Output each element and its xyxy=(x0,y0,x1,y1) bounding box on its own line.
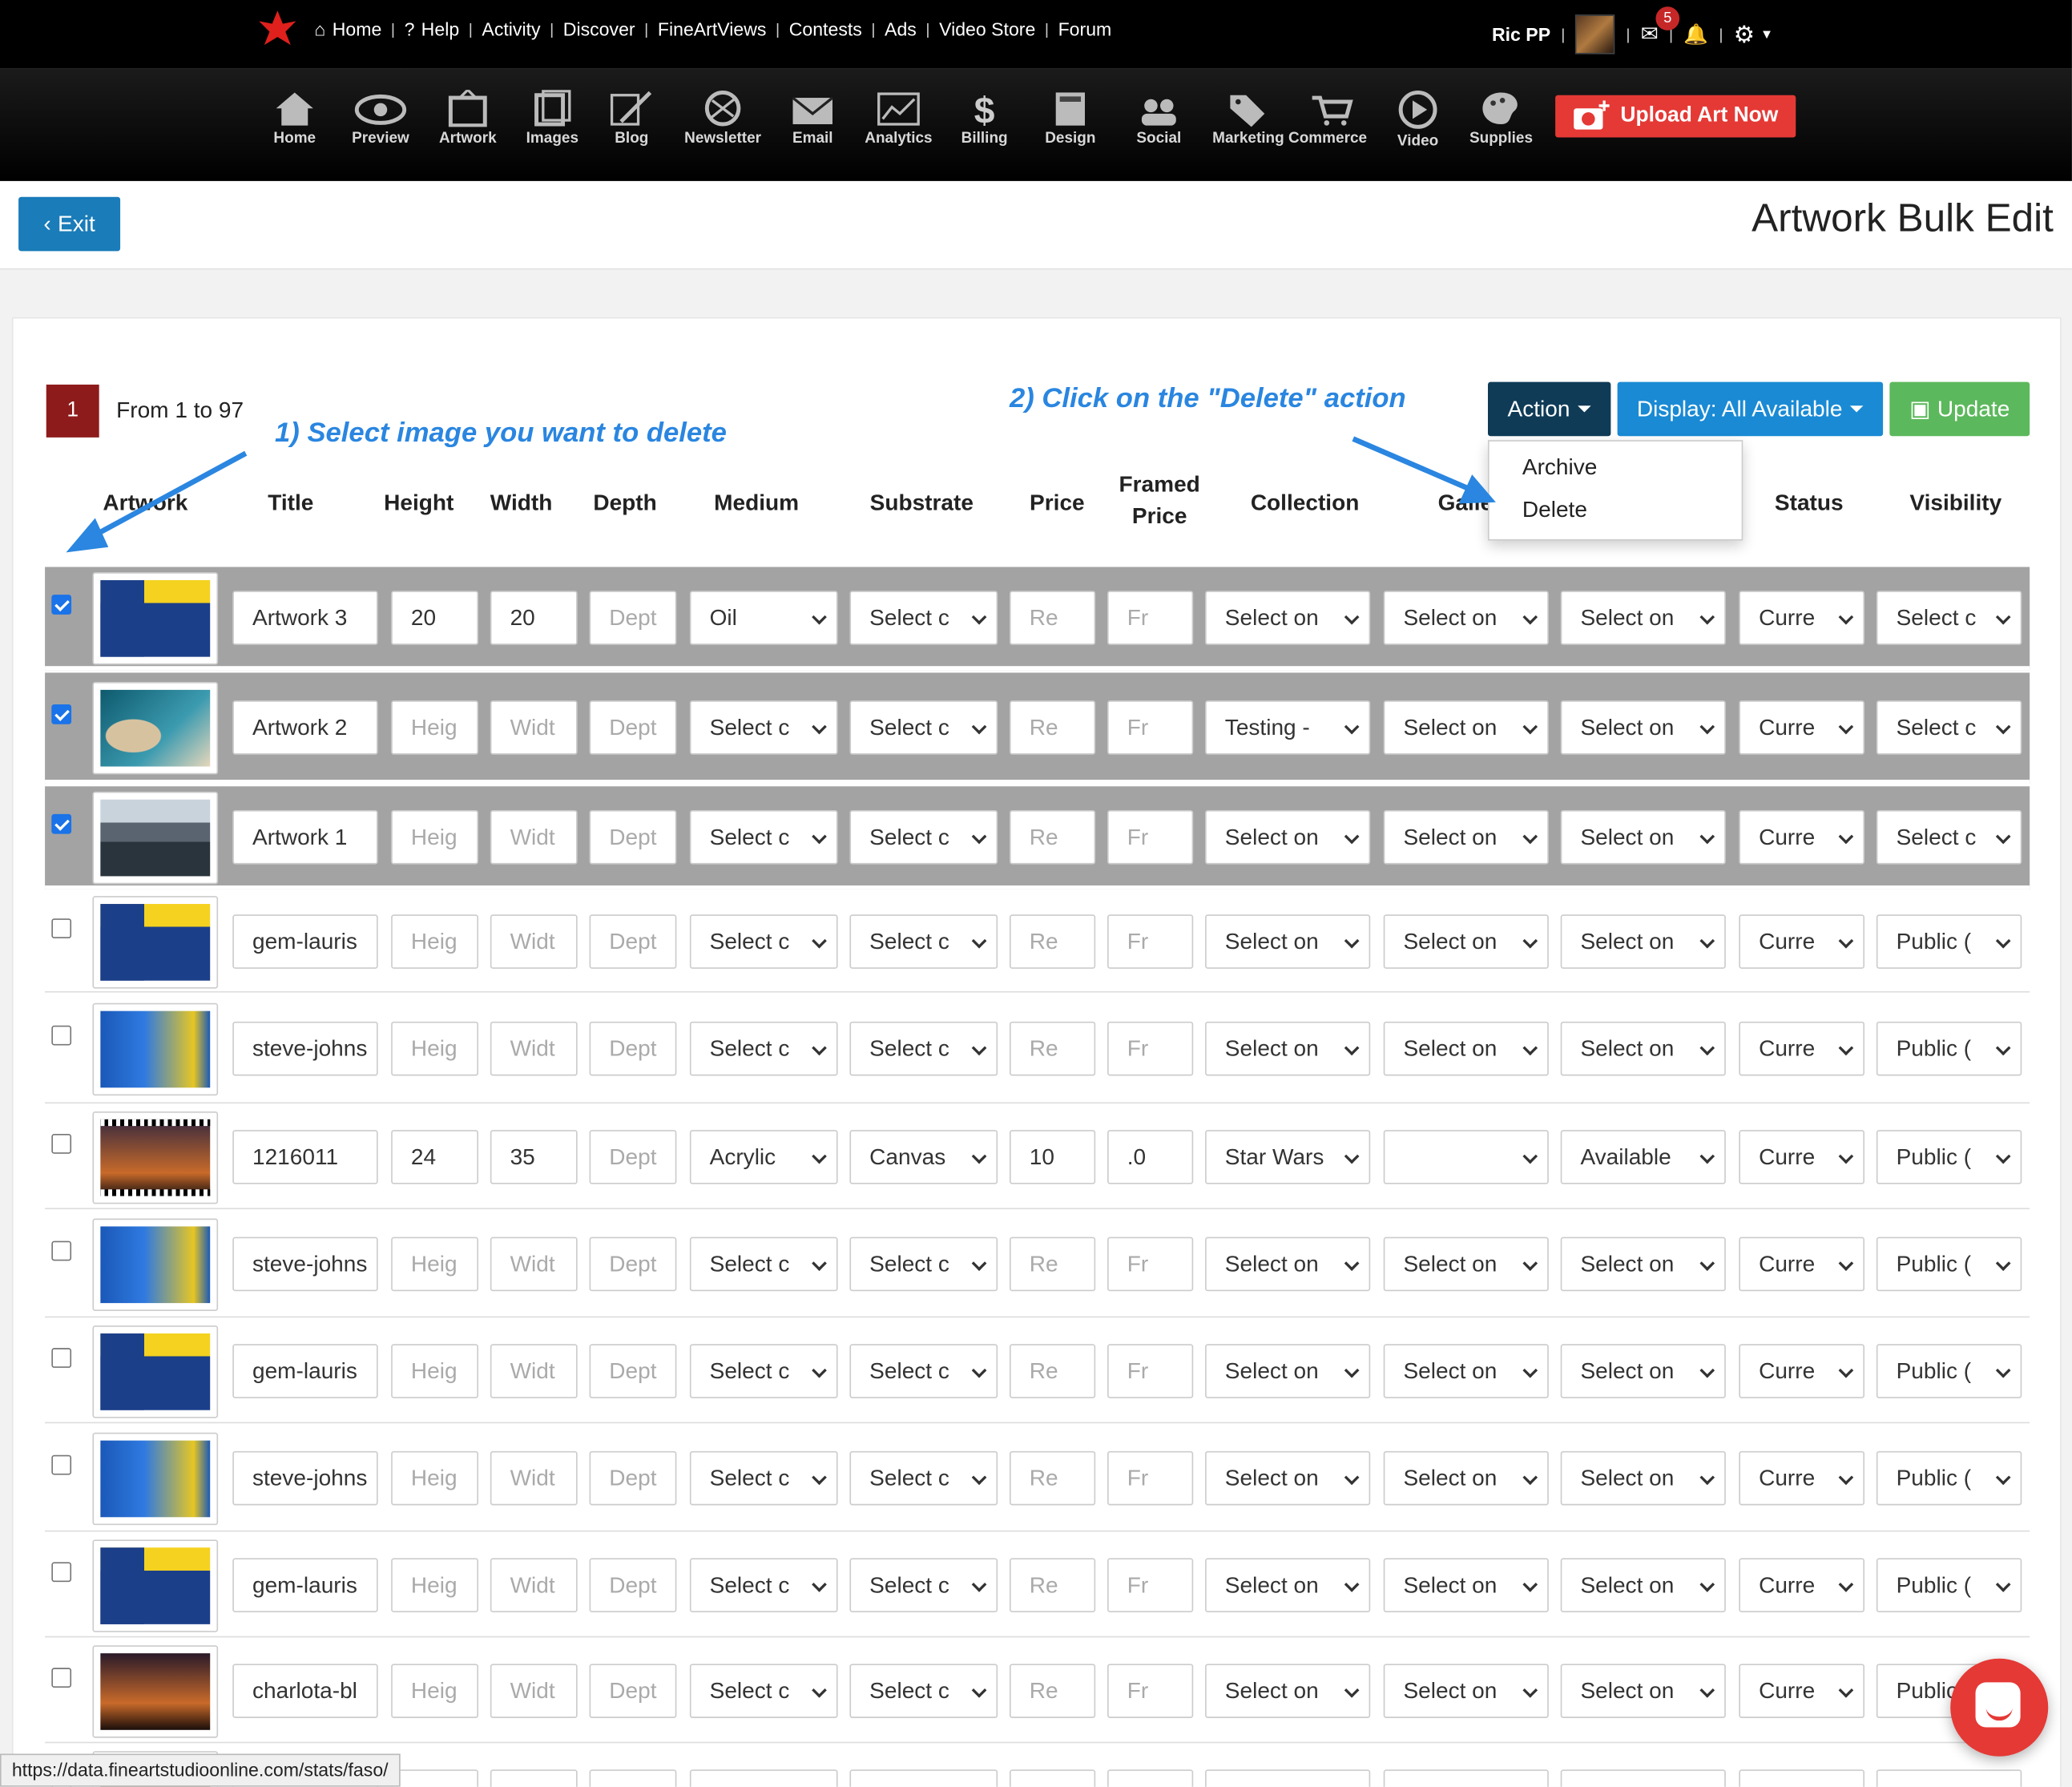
arrow-icon xyxy=(66,450,248,553)
annotation-arrows xyxy=(66,436,1496,553)
app-root: ⌂ Home | ? Help | Activity | Discover | FineAr… xyxy=(0,0,2072,1787)
arrow-icon xyxy=(1352,436,1496,504)
